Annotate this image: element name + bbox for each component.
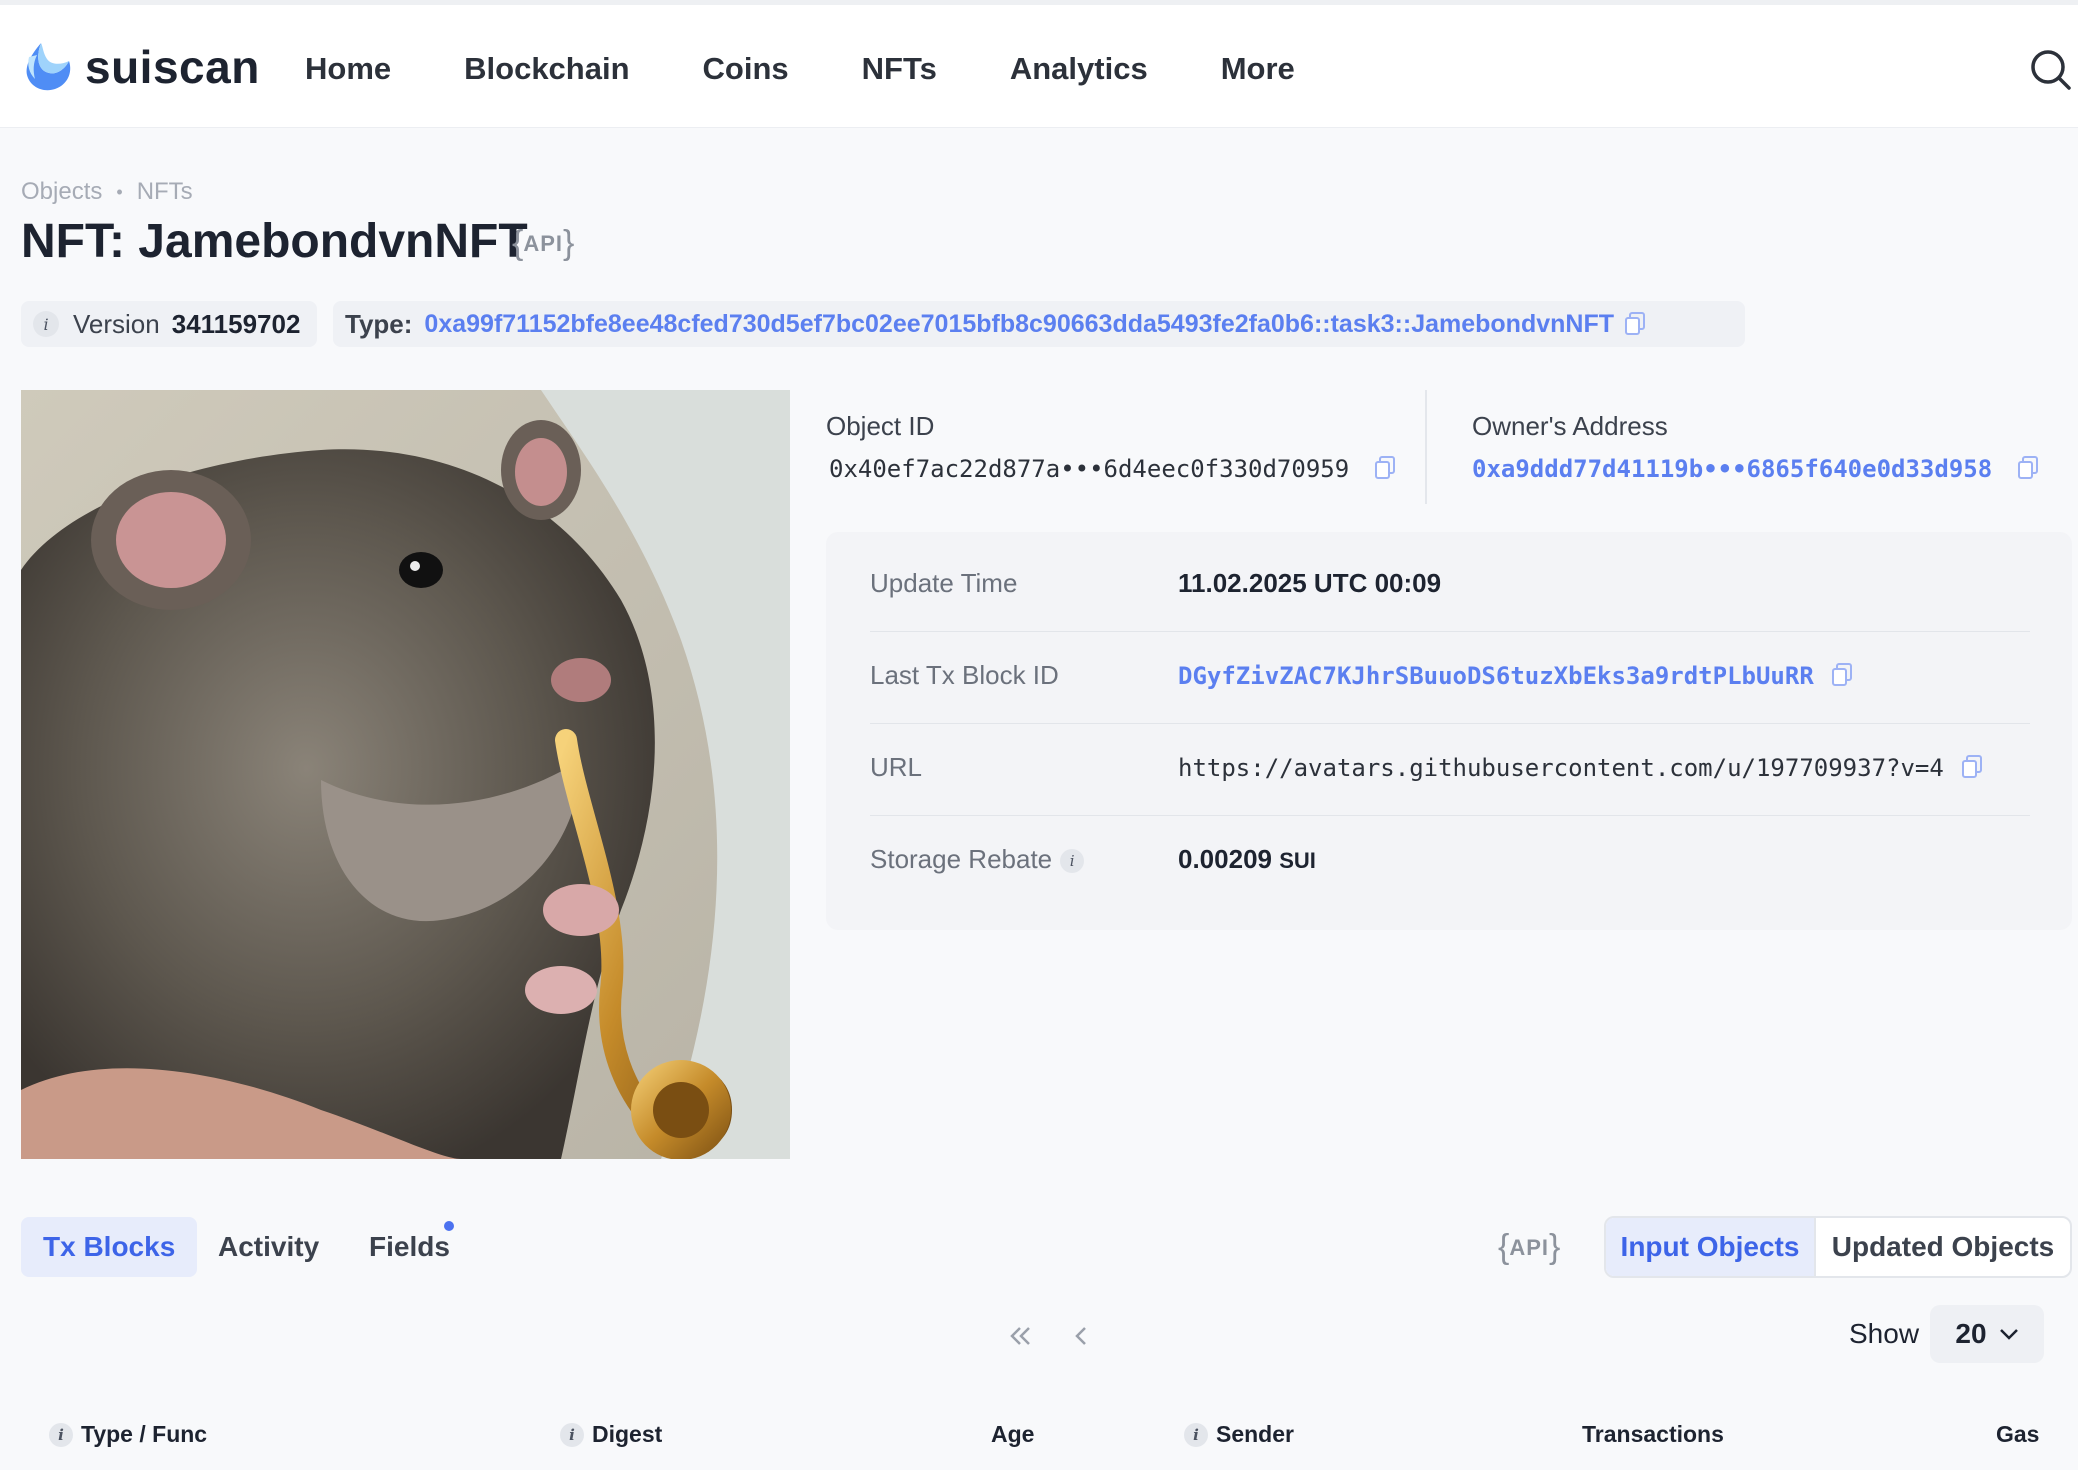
first-page-icon[interactable] (1000, 1316, 1040, 1356)
info-icon[interactable]: i (33, 311, 59, 337)
object-id-text: 0x40ef7ac22d877a•••6d4eec0f330d70959 (829, 455, 1350, 483)
version-value: 341159702 (171, 308, 301, 339)
search-icon[interactable] (2030, 49, 2072, 91)
owner-address-link[interactable]: 0xa9ddd77d41119b•••6865f640e0d33d958 (1472, 455, 1992, 483)
tab-activity[interactable]: Activity (218, 1217, 319, 1277)
suiscan-logo-icon (21, 39, 75, 95)
column-gas: Gas (1996, 1421, 2039, 1448)
breadcrumb-separator: • (116, 181, 123, 202)
nav-home[interactable]: Home (305, 51, 391, 87)
top-header: suiscan Home Blockchain Coins NFTs Analy… (0, 0, 2078, 128)
type-value-link[interactable]: 0xa99f71152bfe8ee48cfed730d5ef7bc02ee701… (424, 310, 1614, 339)
storage-rebate-amount: 0.00209 (1178, 844, 1272, 874)
previous-page-icon[interactable] (1062, 1316, 1102, 1356)
chevron-down-icon (1999, 1329, 2018, 1340)
details-card: Update Time 11.02.2025 UTC 00:09 Last Tx… (826, 532, 2072, 930)
object-id-value: 0x40ef7ac22d877a•••6d4eec0f330d70959 (829, 455, 1396, 483)
info-icon[interactable]: i (49, 1422, 73, 1447)
app-name: suiscan (85, 41, 260, 93)
input-objects-button[interactable]: Input Objects (1606, 1218, 1816, 1276)
main-nav: Home Blockchain Coins NFTs Analytics Mor… (305, 51, 1368, 87)
breadcrumb-objects[interactable]: Objects (21, 178, 102, 206)
nav-nfts[interactable]: NFTs (862, 51, 937, 87)
column-label: Transactions (1582, 1421, 1724, 1447)
copy-icon[interactable] (1831, 663, 1853, 687)
storage-rebate-label: Storage Rebate (870, 844, 1053, 874)
page-size-select[interactable]: 20 (1930, 1305, 2044, 1363)
breadcrumb: Objects • NFTs (21, 178, 193, 206)
owner-address-value: 0xa9ddd77d41119b•••6865f640e0d33d958 (1472, 455, 2039, 483)
column-type-func: i Type / Func (49, 1421, 207, 1448)
version-label: Version (73, 308, 160, 339)
copy-icon[interactable] (1374, 456, 1396, 480)
vertical-divider (1425, 390, 1427, 504)
detail-row-last-tx: Last Tx Block ID DGyfZivZAC7KJhrSBuuoDS6… (870, 632, 2030, 724)
column-label: Gas (1996, 1421, 2040, 1447)
column-label: Digest (592, 1421, 663, 1447)
notification-dot (444, 1221, 454, 1231)
api-brace-close: } (563, 224, 575, 262)
nft-image[interactable] (21, 390, 790, 1159)
api-brace-open: { (512, 224, 524, 262)
url-text: https://avatars.githubusercontent.com/u/… (1178, 754, 1944, 782)
detail-row-update-time: Update Time 11.02.2025 UTC 00:09 (870, 540, 2030, 632)
update-time-value: 11.02.2025 UTC 00:09 (1178, 568, 1442, 598)
api-label: API (523, 231, 564, 256)
api-brace-close: } (1549, 1228, 1561, 1266)
owner-address-label: Owner's Address (1472, 411, 1668, 441)
nav-blockchain[interactable]: Blockchain (464, 51, 629, 87)
api-label: API (1509, 1235, 1550, 1260)
version-chip: i Version 341159702 (21, 301, 317, 347)
copy-icon[interactable] (1624, 312, 1646, 336)
tab-tx-blocks[interactable]: Tx Blocks (21, 1217, 198, 1277)
detail-label: Last Tx Block ID (870, 660, 1059, 690)
storage-rebate-value: 0.00209 SUI (1178, 844, 1316, 875)
info-icon[interactable]: i (560, 1422, 584, 1447)
updated-objects-button[interactable]: Updated Objects (1816, 1218, 2070, 1276)
object-id-label: Object ID (826, 411, 935, 441)
nav-coins[interactable]: Coins (703, 51, 789, 87)
copy-icon[interactable] (2017, 456, 2039, 480)
api-link[interactable]: {API} (1498, 1228, 1560, 1267)
detail-label: Storage Rebate i (870, 844, 1085, 875)
type-label: Type: (345, 308, 413, 339)
info-icon[interactable]: i (1184, 1422, 1208, 1447)
page-title: NFT: JamebondvnNFT (21, 215, 528, 268)
detail-row-url: URL https://avatars.githubusercontent.co… (870, 724, 2030, 816)
api-link[interactable]: {API} (512, 224, 574, 263)
type-chip: Type: 0xa99f71152bfe8ee48cfed730d5ef7bc0… (333, 301, 1745, 347)
column-digest: i Digest (560, 1421, 662, 1448)
detail-label: Update Time (870, 568, 1018, 598)
column-label: Age (991, 1421, 1035, 1447)
detail-row-storage-rebate: Storage Rebate i 0.00209 SUI (870, 816, 2030, 908)
column-transactions: Transactions (1582, 1421, 1724, 1448)
column-label: Type / Func (81, 1421, 208, 1447)
info-icon[interactable]: i (1060, 849, 1085, 873)
breadcrumb-nfts[interactable]: NFTs (137, 178, 193, 206)
sui-unit: SUI (1279, 848, 1316, 873)
page-size-value: 20 (1955, 1318, 1987, 1349)
last-tx-value: DGyfZivZAC7KJhrSBuuoDS6tuzXbEks3a9rdtPLb… (1178, 660, 1853, 691)
tab-fields[interactable]: Fields (369, 1217, 450, 1277)
detail-label: URL (870, 752, 923, 782)
suiscan-logo[interactable]: suiscan (21, 39, 260, 95)
objects-segmented-control: Input Objects Updated Objects (1604, 1216, 2072, 1278)
column-label: Sender (1216, 1421, 1294, 1447)
column-sender: i Sender (1184, 1421, 1294, 1448)
column-age: Age (991, 1421, 1034, 1448)
nav-more[interactable]: More (1221, 51, 1295, 87)
copy-icon[interactable] (1961, 755, 1983, 779)
url-value: https://avatars.githubusercontent.com/u/… (1178, 752, 1983, 783)
show-label: Show (1849, 1318, 1920, 1349)
last-tx-link[interactable]: DGyfZivZAC7KJhrSBuuoDS6tuzXbEks3a9rdtPLb… (1178, 662, 1814, 690)
api-brace-open: { (1498, 1228, 1510, 1266)
nav-analytics[interactable]: Analytics (1010, 51, 1148, 87)
